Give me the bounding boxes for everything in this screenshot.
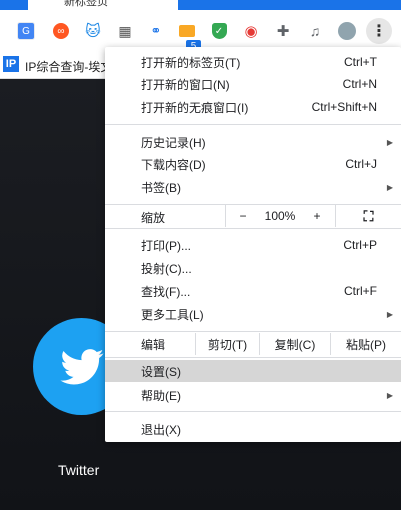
menu-zoom-row: 缩放 − 100% + ⛶	[105, 205, 401, 227]
submenu-arrow-icon: ▶	[386, 309, 393, 319]
menu-label: 打印(P)...	[141, 238, 191, 253]
menu-label: 打开新的标签页(T)	[141, 55, 241, 70]
extension-cat-icon[interactable]: 🐱	[84, 22, 102, 40]
submenu-arrow-icon: ▶	[386, 137, 393, 147]
menu-help[interactable]: 帮助(E) ▶	[105, 384, 401, 406]
twitter-label: Twitter	[58, 462, 100, 478]
fullscreen-icon[interactable]: ⛶	[336, 205, 401, 227]
menu-label: 帮助(E)	[141, 388, 181, 403]
twitter-bird-icon	[59, 348, 104, 384]
zoom-in-button[interactable]: +	[300, 205, 334, 227]
menu-exit[interactable]: 退出(X)	[105, 418, 401, 440]
menu-new-tab[interactable]: 打开新的标签页(T) Ctrl+T	[105, 51, 401, 73]
menu-cast[interactable]: 投射(C)...	[105, 257, 401, 279]
menu-shortcut: Ctrl+P	[343, 238, 377, 252]
menu-label: 书签(B)	[141, 180, 181, 195]
menu-shortcut: Ctrl+J	[345, 157, 377, 171]
media-control-icon[interactable]: ♫	[306, 22, 324, 40]
zoom-level: 100%	[264, 209, 296, 223]
menu-shortcut: Ctrl+Shift+N	[311, 100, 377, 114]
toolbar: ▫ G ∞ 🐱 ▦ ⚭ 5 ✓ ◉ ✚ ♫ ⋮	[0, 10, 401, 53]
profile-avatar[interactable]	[338, 22, 356, 40]
menu-edit-row: 编辑 剪切(T) 复制(C) 粘贴(P)	[105, 333, 401, 355]
tab-strip: 新标签页	[0, 0, 401, 10]
extension-weibo-icon[interactable]: ◉	[242, 22, 260, 40]
extension-translate-icon[interactable]: G	[17, 22, 35, 40]
menu-shortcut: Ctrl+F	[344, 284, 377, 298]
extensions-puzzle-icon[interactable]: ✚	[274, 22, 292, 40]
bookmark-label: IP综合查询-埃文	[25, 60, 113, 74]
menu-bookmarks[interactable]: 书签(B) ▶	[105, 176, 401, 198]
menu-new-incognito[interactable]: 打开新的无痕窗口(I) Ctrl+Shift+N	[105, 96, 401, 118]
menu-separator	[105, 411, 401, 412]
ip-bookmark-icon: IP	[3, 56, 19, 72]
menu-label: 退出(X)	[141, 422, 181, 437]
cut-button[interactable]: 剪切(T)	[196, 333, 259, 355]
menu-separator	[105, 228, 401, 229]
extension-grid-icon[interactable]: ▦	[116, 22, 134, 40]
menu-downloads[interactable]: 下载内容(D) Ctrl+J	[105, 153, 401, 175]
menu-label: 打开新的窗口(N)	[141, 77, 230, 92]
extension-wallet-icon[interactable]	[178, 22, 196, 40]
tab-title: 新标签页	[64, 0, 108, 8]
menu-find[interactable]: 查找(F)... Ctrl+F	[105, 280, 401, 302]
menu-new-window[interactable]: 打开新的窗口(N) Ctrl+N	[105, 73, 401, 95]
edit-label: 编辑	[141, 337, 166, 352]
submenu-arrow-icon: ▶	[386, 390, 393, 400]
paste-button[interactable]: 粘贴(P)	[331, 333, 401, 355]
menu-label: 设置(S)	[141, 364, 181, 379]
menu-print[interactable]: 打印(P)... Ctrl+P	[105, 234, 401, 256]
menu-settings[interactable]: 设置(S)	[105, 360, 401, 382]
menu-more-tools[interactable]: 更多工具(L) ▶	[105, 303, 401, 325]
menu-label: 打开新的无痕窗口(I)	[141, 100, 249, 115]
menu-separator	[105, 357, 401, 358]
menu-shortcut: Ctrl+N	[342, 77, 377, 91]
more-vert-icon: ⋮	[371, 23, 387, 40]
menu-label: 查找(F)...	[141, 284, 191, 299]
menu-shortcut: Ctrl+T	[344, 55, 377, 69]
menu-button[interactable]: ⋮	[366, 18, 392, 44]
menu-label: 历史记录(H)	[141, 135, 206, 150]
chrome-menu: 打开新的标签页(T) Ctrl+T 打开新的窗口(N) Ctrl+N 打开新的无…	[105, 47, 401, 442]
submenu-arrow-icon: ▶	[386, 182, 393, 192]
extension-link-icon[interactable]: ⚭	[147, 22, 165, 40]
zoom-label: 缩放	[141, 211, 166, 225]
menu-label: 投射(C)...	[141, 261, 192, 276]
extension-infinity-icon[interactable]: ∞	[52, 22, 70, 40]
menu-label: 更多工具(L)	[141, 307, 204, 322]
menu-label: 下载内容(D)	[141, 157, 206, 172]
copy-button[interactable]: 复制(C)	[260, 333, 330, 355]
menu-separator	[105, 124, 401, 125]
menu-separator	[105, 331, 401, 332]
menu-history[interactable]: 历史记录(H) ▶	[105, 131, 401, 153]
zoom-out-button[interactable]: −	[226, 205, 260, 227]
extension-shield-icon[interactable]: ✓	[210, 22, 228, 40]
tab-active[interactable]: 新标签页	[28, 0, 178, 10]
